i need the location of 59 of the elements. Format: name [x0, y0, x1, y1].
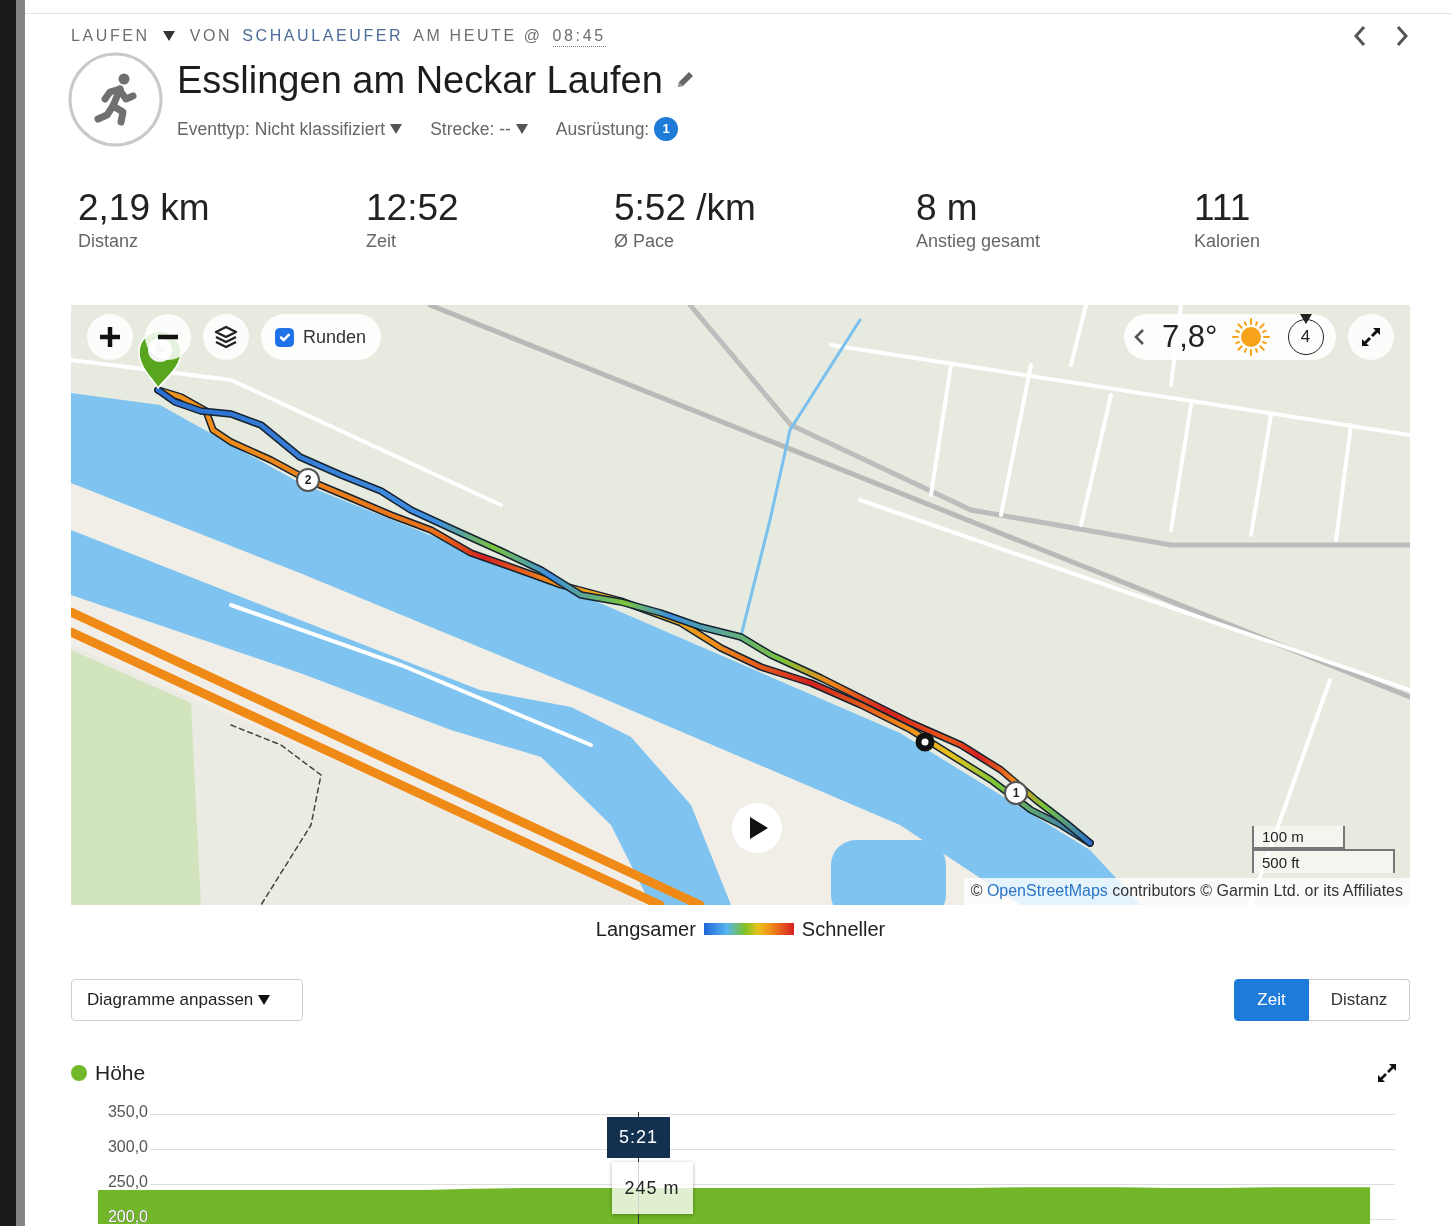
meta-dropdown[interactable]: Strecke: --	[430, 115, 528, 143]
play-icon	[749, 816, 769, 840]
y-axis-label: 300,0	[107, 1137, 148, 1155]
caret-down-icon[interactable]	[162, 31, 175, 41]
stat-value: 8 m	[916, 186, 979, 230]
attribution-link[interactable]: OpenStreetMaps	[986, 882, 1108, 899]
chevron-right-icon	[1394, 25, 1410, 47]
stat-label: Kalorien	[1194, 230, 1261, 252]
y-axis-label: 350,0	[107, 1104, 148, 1120]
stat-label: Ø Pace	[614, 230, 676, 252]
activity-type-label[interactable]: LAUFEN	[71, 24, 150, 48]
plus-icon	[99, 326, 121, 348]
scale-bar-imperial: 500 ft	[1252, 849, 1395, 873]
chevron-left-icon	[1352, 25, 1368, 47]
map-attribution: © OpenStreetMaps contributors © Garmin Ltd. or its Affiliates	[963, 878, 1410, 905]
y-axis-label: 250,0	[107, 1172, 148, 1190]
previous-button[interactable]	[1352, 25, 1368, 47]
laps-toggle[interactable]: Runden	[261, 314, 382, 360]
meta-dropdown[interactable]: Eventtyp: Nicht klassifiziert	[177, 115, 403, 143]
stat-label: Distanz	[78, 230, 140, 252]
current-position-icon	[915, 732, 935, 752]
stat-value: 2,19 km	[78, 186, 211, 230]
expand-icon[interactable]	[1377, 1063, 1397, 1083]
customize-charts-button[interactable]: Diagramme anpassen	[71, 979, 303, 1021]
meta-label: Ausrüstung:	[555, 117, 650, 141]
sun-icon	[1231, 318, 1270, 356]
user-link[interactable]: SCHAULAEUFER	[242, 24, 404, 48]
runner-icon	[68, 52, 163, 147]
slower-label: Langsamer	[595, 917, 696, 942]
x-axis-toggle[interactable]: Zeit	[1234, 979, 1309, 1021]
activity-title: Esslingen am Neckar Laufen	[177, 58, 663, 103]
caret-down-icon	[258, 995, 271, 1005]
temperature: 7,8°	[1162, 318, 1218, 356]
stat-value: 12:52	[366, 186, 460, 230]
tooltip-time: 5:21	[607, 1117, 670, 1158]
chart-legend-label: Höhe	[95, 1060, 146, 1087]
minus-icon	[157, 334, 179, 340]
laps-checkbox[interactable]	[275, 327, 294, 347]
stat-value: 111	[1194, 186, 1252, 230]
date-label: AM HEUTE @	[413, 26, 543, 46]
start-time: 08:45	[552, 25, 606, 47]
stat-label: Anstieg gesamt	[916, 230, 1042, 252]
faster-label: Schneller	[801, 917, 886, 942]
tooltip-value: 245 m	[611, 1162, 693, 1214]
expand-icon	[1360, 326, 1382, 348]
stat-label: Zeit	[366, 230, 397, 252]
scale-bar-metric: 100 m	[1252, 826, 1345, 849]
chevron-left-icon[interactable]	[1133, 328, 1145, 346]
caret-down-icon	[515, 124, 528, 134]
stat-value: 5:52 /km	[614, 186, 757, 230]
wind-direction-icon	[1299, 314, 1312, 324]
count-badge[interactable]: 1	[654, 117, 679, 141]
y-axis-label: 200,0	[107, 1207, 148, 1224]
x-axis-toggle[interactable]: Distanz	[1309, 979, 1410, 1021]
by-label: VON	[189, 26, 233, 46]
weather-panel[interactable]: 7,8° 4	[1124, 314, 1336, 360]
caret-down-icon	[390, 124, 403, 134]
layers-icon	[213, 324, 239, 350]
next-button[interactable]	[1394, 25, 1410, 47]
